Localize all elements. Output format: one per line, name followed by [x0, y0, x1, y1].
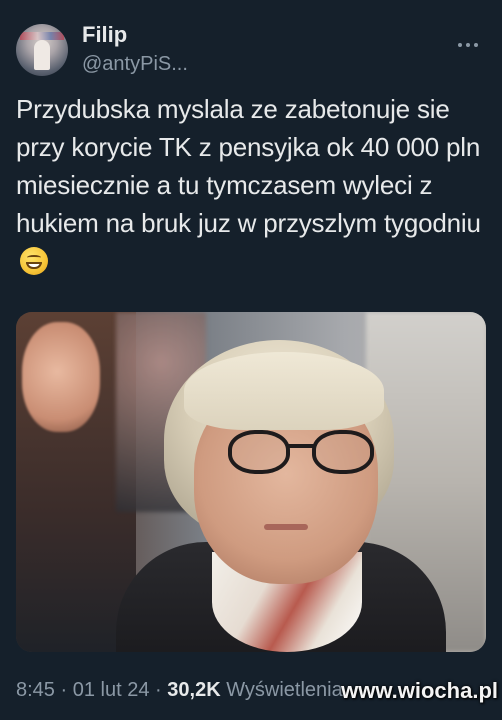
glasses-lens-right	[312, 430, 374, 474]
photo-mouth	[264, 524, 308, 530]
more-dot	[458, 43, 462, 47]
author-display-name[interactable]: Filip	[82, 22, 127, 48]
tweet-date[interactable]: 01 lut 24	[73, 679, 150, 701]
tweet-meta: 8:45 · 01 lut 24 · 30,2K Wyświetlenia	[16, 679, 343, 709]
glasses-lens-left	[228, 430, 290, 474]
meta-separator: ·	[155, 679, 162, 701]
photo-fringe	[184, 352, 384, 430]
avatar-figure	[34, 40, 50, 70]
meta-separator: ·	[60, 679, 68, 701]
author-handle[interactable]: @antyPiS...	[82, 53, 188, 76]
more-dot	[466, 43, 470, 47]
tweet-text: Przydubska myslala ze zabetonuje sie prz…	[16, 90, 490, 280]
tweet[interactable]: Filip @antyPiS... Przydubska myslala ze …	[0, 0, 502, 720]
grinning-face-emoji-icon	[20, 247, 48, 275]
avatar[interactable]	[16, 24, 68, 76]
more-dot	[474, 43, 478, 47]
views-label: Wyświetlenia	[226, 679, 343, 701]
tweet-time[interactable]: 8:45	[16, 679, 55, 701]
watermark-text: www.wiocha.pl	[341, 678, 498, 703]
views-count: 30,2K	[167, 679, 221, 701]
photo-background-face	[22, 322, 100, 432]
photo-glasses	[228, 430, 380, 480]
more-icon[interactable]	[458, 42, 478, 48]
tweet-photo[interactable]	[16, 312, 486, 652]
tweet-text-content: Przydubska myslala ze zabetonuje sie prz…	[16, 94, 481, 238]
avatar-flag	[20, 32, 64, 40]
